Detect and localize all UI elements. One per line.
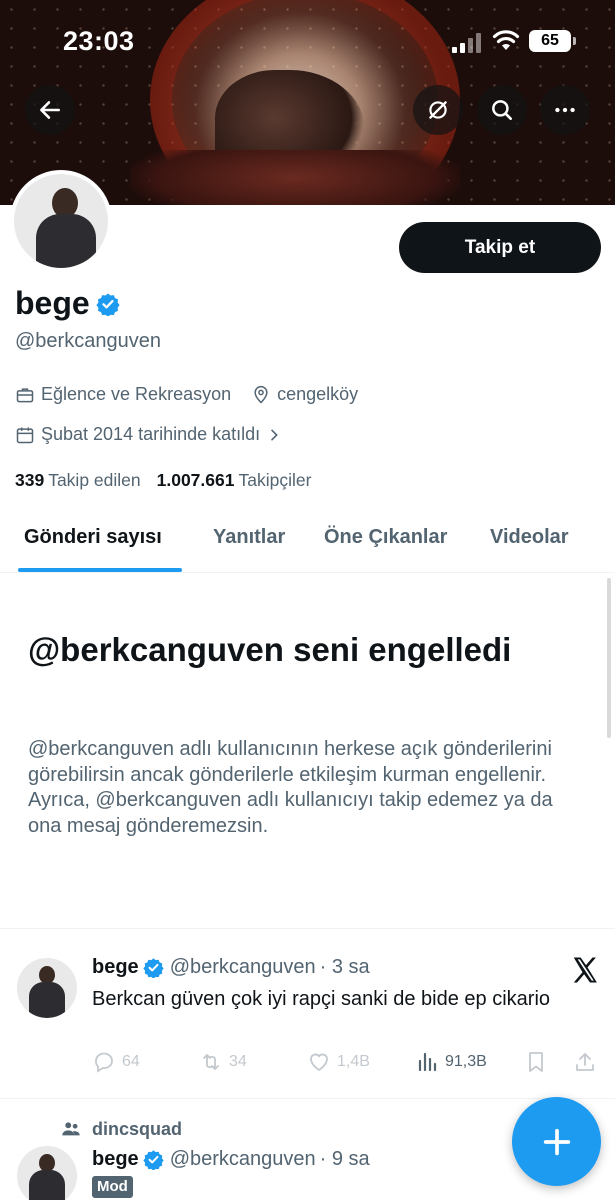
post-avatar-image (17, 958, 77, 1018)
grok-icon (429, 101, 447, 119)
reply-count: 64 (122, 1053, 140, 1070)
plus-icon (543, 1128, 570, 1155)
divider (0, 928, 615, 929)
bookmark-button[interactable] (524, 1050, 554, 1074)
verified-badge-icon (143, 1150, 164, 1170)
more-icon (555, 107, 575, 113)
profile-name: bege (15, 285, 90, 321)
repost-button[interactable]: 34 (199, 1050, 247, 1074)
following-link[interactable]: 339 Takip edilen (15, 470, 141, 491)
profile-category: Eğlence ve Rekreasyon (15, 384, 231, 405)
cellular-signal-icon (452, 33, 484, 53)
share-button[interactable] (573, 1050, 603, 1074)
joined-label: Şubat 2014 tarihinde katıldı (41, 424, 261, 444)
blocked-description: @berkcanguven adlı kullanıcının herkese … (28, 738, 553, 837)
verified-badge-icon (143, 958, 164, 978)
post-author-handle: @berkcanguven (169, 1148, 316, 1170)
grok-button[interactable] (413, 85, 463, 135)
community-icon (62, 1122, 80, 1136)
post-avatar[interactable] (17, 1146, 77, 1200)
compose-button[interactable] (512, 1097, 601, 1186)
followers-label: Takipçiler (238, 470, 312, 490)
following-label: Takip edilen (48, 470, 141, 490)
battery-icon: 65 (529, 30, 576, 52)
like-count: 1,4B (337, 1053, 370, 1070)
post-text: Berkcan güven çok iyi rapçi sanki de bid… (92, 988, 551, 1010)
post-avatar-image (17, 1146, 77, 1200)
views-count: 91,3B (445, 1053, 487, 1070)
follow-counts: 339 Takip edilen 1.007.661 Takipçiler (15, 470, 311, 491)
category-label: Eğlence ve Rekreasyon (41, 384, 232, 404)
status-time: 23:03 (63, 26, 135, 56)
chevron-right-icon (271, 429, 278, 440)
reply-icon (95, 1052, 113, 1073)
views-button[interactable]: 91,3B (415, 1050, 487, 1074)
reply-button[interactable]: 64 (92, 1050, 140, 1074)
tab-videos[interactable]: Videolar (490, 526, 569, 549)
post-header: bege @berkcanguven · 3 sa (92, 956, 370, 979)
more-button[interactable] (540, 85, 590, 135)
mod-badge: Mod (92, 1176, 133, 1198)
verified-badge-icon[interactable] (96, 292, 120, 316)
post-time: · 3 sa (319, 956, 370, 978)
briefcase-icon (16, 387, 34, 402)
profile-handle: @berkcanguven (15, 330, 161, 352)
profile-avatar[interactable] (10, 170, 112, 272)
search-button[interactable] (477, 85, 527, 135)
post-author-name[interactable]: bege (92, 1148, 139, 1171)
tab-replies[interactable]: Yanıtlar (213, 526, 285, 549)
avatar-body (29, 982, 65, 1018)
following-count: 339 (15, 470, 45, 490)
repost-count: 34 (229, 1053, 247, 1070)
post-avatar[interactable] (17, 958, 77, 1018)
post-time: · 9 sa (319, 1148, 370, 1170)
calendar-icon (16, 427, 34, 443)
joined-row[interactable]: Şubat 2014 tarihinde katıldı (15, 424, 288, 445)
tab-posts[interactable]: Gönderi sayısı (24, 526, 162, 549)
profile-name-row: bege (15, 285, 120, 322)
location-label: cengelköy (277, 384, 359, 404)
heart-icon (310, 1053, 328, 1072)
post-header: bege @berkcanguven · 9 sa (92, 1148, 370, 1171)
post-author-handle: @berkcanguven (169, 956, 316, 978)
x-logo-icon (573, 957, 597, 983)
repost-icon (203, 1054, 219, 1070)
status-bar: 23:03 65 (0, 0, 615, 80)
community-label[interactable]: dincsquad (60, 1118, 182, 1140)
post-author-name[interactable]: bege (92, 956, 139, 979)
community-name: dincsquad (92, 1118, 183, 1139)
blocked-title: @berkcanguven seni engelledi (28, 631, 512, 668)
back-button[interactable] (25, 85, 75, 135)
back-arrow-icon (40, 101, 60, 119)
follow-button[interactable]: Takip et (399, 222, 601, 273)
avatar-body (36, 214, 96, 268)
tab-highlights[interactable]: Öne Çıkanlar (324, 526, 447, 549)
profile-location: cengelköy (251, 384, 358, 405)
profile-tabs: Gönderi sayısı Yanıtlar Öne Çıkanlar Vid… (0, 512, 615, 573)
search-icon (492, 100, 512, 120)
location-pin-icon (254, 385, 268, 404)
avatar-body (29, 1170, 65, 1200)
scrollbar[interactable] (607, 578, 611, 738)
like-button[interactable]: 1,4B (307, 1050, 370, 1074)
bookmark-icon (529, 1052, 543, 1072)
post-actions: 64 34 1,4B 91,3B (92, 1050, 602, 1078)
analytics-icon (418, 1052, 437, 1072)
profile-meta-row: Eğlence ve Rekreasyon cengelköy (15, 384, 378, 405)
wifi-icon (492, 30, 520, 50)
followers-count: 1.007.661 (156, 470, 235, 490)
active-tab-indicator (18, 568, 182, 572)
followers-link[interactable]: 1.007.661 Takipçiler (157, 470, 312, 491)
share-icon (576, 1053, 594, 1071)
divider (0, 1098, 615, 1099)
banner-bed (130, 150, 460, 205)
